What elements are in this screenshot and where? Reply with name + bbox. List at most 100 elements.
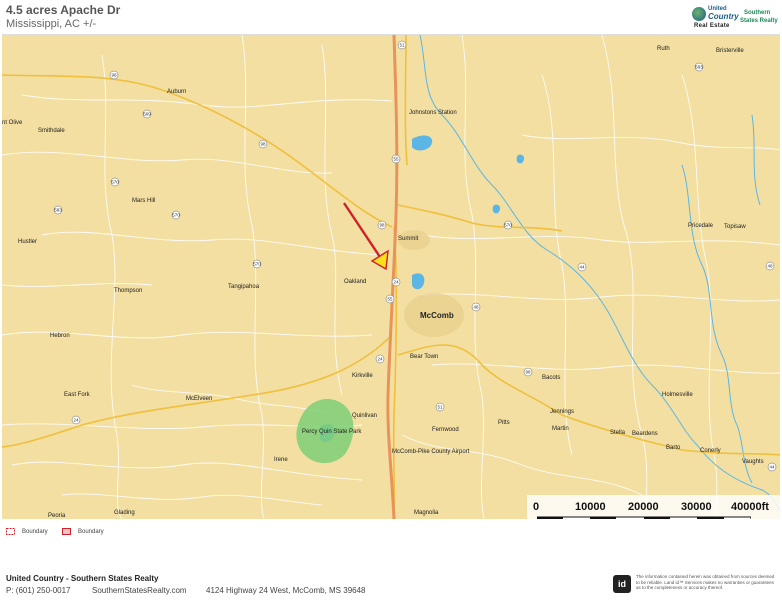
route-shield: 44 bbox=[767, 462, 777, 472]
svg-text:583: 583 bbox=[54, 208, 62, 213]
route-shield: 55 bbox=[391, 154, 401, 164]
place-label: Pitts bbox=[498, 420, 510, 426]
svg-text:24: 24 bbox=[377, 357, 383, 362]
place-label: Kirkville bbox=[352, 373, 373, 379]
place-label: Smithdale bbox=[38, 128, 65, 134]
company-logo: United Country Real Estate Southern Stat… bbox=[690, 4, 780, 32]
place-label: Irene bbox=[274, 457, 288, 463]
svg-text:570: 570 bbox=[504, 223, 512, 228]
svg-text:44: 44 bbox=[769, 465, 775, 470]
svg-text:48: 48 bbox=[473, 305, 479, 310]
scale-tick: 30000 bbox=[681, 501, 712, 513]
place-label: Percy Quin State Park bbox=[302, 429, 362, 435]
svg-text:570: 570 bbox=[253, 262, 261, 267]
route-shield: 24 bbox=[71, 415, 81, 425]
place-label: Peoria bbox=[48, 513, 66, 519]
route-shield: 24 bbox=[391, 277, 401, 287]
place-label: Bacots bbox=[542, 375, 560, 381]
svg-text:98: 98 bbox=[260, 142, 266, 147]
route-shield: 569 bbox=[142, 109, 152, 119]
place-label: Conerly bbox=[700, 448, 721, 454]
scale-tick: 0 bbox=[533, 501, 540, 513]
legend-label: Boundary bbox=[22, 529, 48, 535]
logo-line3: Real Estate bbox=[694, 23, 730, 29]
place-label: Fernwood bbox=[432, 427, 459, 433]
place-label: nt Olive bbox=[2, 120, 23, 126]
route-shield: 570 bbox=[110, 177, 120, 187]
route-shield: 48 bbox=[471, 302, 481, 312]
footer-company: United Country - Southern States Realty bbox=[6, 574, 159, 583]
place-label: McElveen bbox=[186, 396, 212, 402]
footer-disclaimer: The information contained herein was obt… bbox=[636, 574, 775, 590]
footer-address: 4124 Highway 24 West, McComb, MS 39648 bbox=[206, 586, 366, 595]
map-viewport[interactable]: 51 98 583 569 98 55 570 583 570 98 570 5… bbox=[2, 34, 780, 519]
place-label: Hebron bbox=[50, 333, 70, 339]
place-label: Johnstons Station bbox=[409, 110, 457, 116]
place-label: East Fork bbox=[64, 392, 91, 398]
page-subtitle: Mississippi, AC +/- bbox=[6, 18, 97, 30]
route-shield: 583 bbox=[694, 62, 704, 72]
route-shield: 570 bbox=[252, 259, 262, 269]
logo-brand2: States Realty bbox=[740, 18, 778, 24]
place-label: Beardens bbox=[632, 431, 658, 437]
route-shield: 98 bbox=[377, 220, 387, 230]
svg-text:48: 48 bbox=[767, 264, 773, 269]
svg-text:44: 44 bbox=[579, 265, 585, 270]
logo-brand1: Southern bbox=[744, 10, 771, 16]
route-shield: 51 bbox=[435, 402, 445, 412]
scale-tick: 20000 bbox=[628, 501, 659, 513]
svg-text:24: 24 bbox=[393, 280, 399, 285]
place-label: Vaughts bbox=[742, 459, 764, 465]
footer-phone[interactable]: P: (601) 250-0017 bbox=[6, 586, 71, 595]
route-shield: 98 bbox=[258, 139, 268, 149]
route-shield: 570 bbox=[171, 210, 181, 220]
map-background bbox=[2, 35, 780, 519]
route-shield: 44 bbox=[577, 262, 587, 272]
place-label: Auburn bbox=[167, 89, 186, 95]
svg-text:583: 583 bbox=[695, 65, 703, 70]
svg-text:98: 98 bbox=[525, 370, 531, 375]
place-label: Barto bbox=[666, 445, 681, 451]
boundary-solid-icon bbox=[62, 528, 71, 535]
place-label: Jennings bbox=[550, 409, 574, 415]
route-shield: 51 bbox=[397, 40, 407, 50]
place-label: Pricedale bbox=[688, 223, 714, 229]
svg-text:55: 55 bbox=[387, 297, 393, 302]
svg-text:98: 98 bbox=[379, 223, 385, 228]
route-shield: 48 bbox=[765, 261, 775, 271]
header: 4.5 acres Apache Dr Mississippi, AC +/- … bbox=[0, 0, 782, 34]
map-canvas[interactable]: 51 98 583 569 98 55 570 583 570 98 570 5… bbox=[2, 35, 780, 519]
place-label: Thompson bbox=[114, 288, 142, 294]
route-shield: 583 bbox=[53, 205, 63, 215]
svg-text:51: 51 bbox=[399, 43, 405, 48]
place-label: Glading bbox=[114, 510, 135, 516]
place-label: Stella bbox=[610, 430, 626, 436]
scale-bar: 0 10000 20000 30000 40000ft bbox=[527, 495, 780, 519]
svg-text:98: 98 bbox=[111, 73, 117, 78]
place-label: Magnolia bbox=[414, 510, 439, 516]
place-label: Topisaw bbox=[724, 224, 746, 230]
svg-text:569: 569 bbox=[143, 112, 151, 117]
place-label: Tangipahoa bbox=[228, 284, 260, 290]
route-shield: 98 bbox=[109, 70, 119, 80]
boundary-dashed-icon bbox=[6, 528, 15, 535]
logo-line2: Country bbox=[708, 12, 739, 21]
place-label: McComb bbox=[420, 311, 454, 320]
svg-text:570: 570 bbox=[111, 180, 119, 185]
place-label: Summit bbox=[398, 236, 419, 242]
route-shield: 24 bbox=[375, 354, 385, 364]
route-shield: 570 bbox=[503, 220, 513, 230]
svg-text:55: 55 bbox=[393, 157, 399, 162]
scale-tick: 40000ft bbox=[731, 501, 769, 513]
route-shield: 55 bbox=[385, 294, 395, 304]
place-label: Holmesville bbox=[662, 392, 693, 398]
globe-icon bbox=[692, 7, 706, 21]
place-label: Quinlivan bbox=[352, 413, 377, 419]
place-label: Ruth bbox=[657, 46, 670, 52]
place-label: Hustler bbox=[18, 239, 37, 245]
landid-badge-icon: id bbox=[613, 575, 631, 593]
svg-text:24: 24 bbox=[73, 418, 79, 423]
footer-website[interactable]: SouthernStatesRealty.com bbox=[92, 586, 187, 595]
svg-text:51: 51 bbox=[437, 405, 443, 410]
place-label: Bristerville bbox=[716, 48, 744, 54]
